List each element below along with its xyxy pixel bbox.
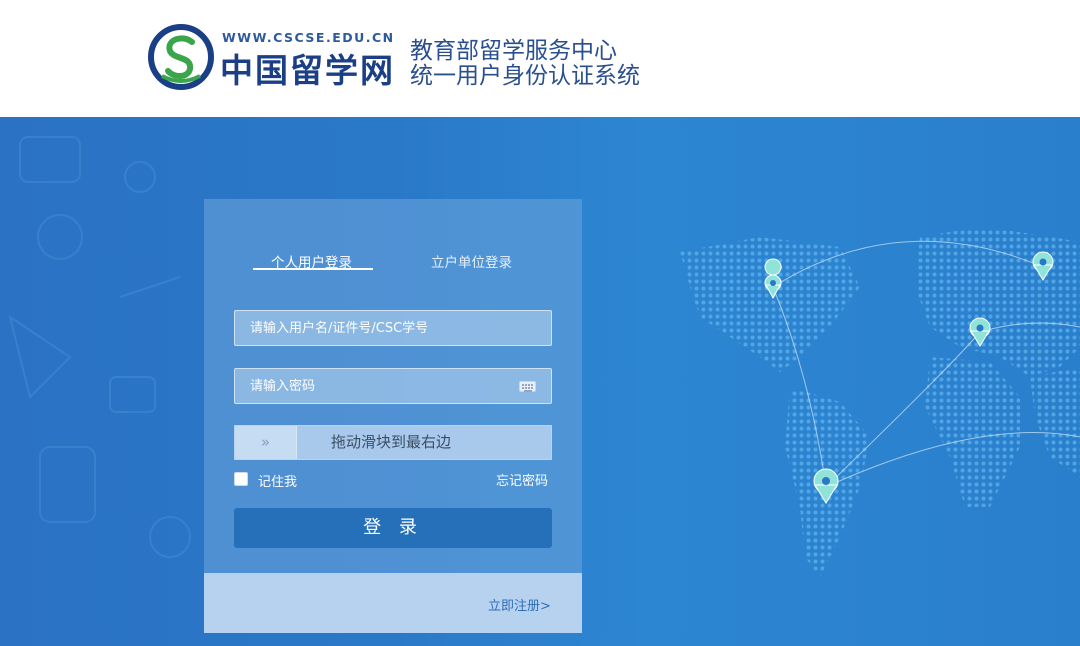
login-button[interactable]: 登 录 (234, 508, 552, 548)
system-title-line2: 统一用户身份认证系统 (410, 63, 640, 89)
password-field (234, 368, 552, 404)
active-tab-underline (253, 268, 373, 270)
cscse-logo-icon (148, 24, 214, 90)
username-field (234, 310, 552, 346)
slider-hint-text: 拖动滑块到最右边 (331, 433, 452, 451)
username-input[interactable] (235, 311, 551, 345)
register-link[interactable]: 立即注册> (488, 595, 551, 614)
logo-name: 中国留学网 (220, 51, 395, 90)
header: WWW.CSCSE.EDU.CN 中国留学网 教育部留学服务中心 统一用户身份认… (0, 0, 1080, 117)
slider-handle[interactable]: » (235, 426, 297, 459)
logo-url-text: WWW.CSCSE.EDU.CN (222, 30, 395, 45)
password-input[interactable] (235, 369, 551, 403)
remember-me-label: 记住我 (258, 475, 298, 490)
remember-me-checkbox[interactable] (234, 472, 248, 486)
login-panel (204, 199, 582, 633)
keyboard-icon[interactable] (519, 381, 536, 392)
tab-unit-login[interactable]: 立户单位登录 (431, 251, 512, 271)
slide-verification: » 拖动滑块到最右边 (234, 425, 552, 460)
forgot-password-link[interactable]: 忘记密码 (496, 470, 548, 489)
